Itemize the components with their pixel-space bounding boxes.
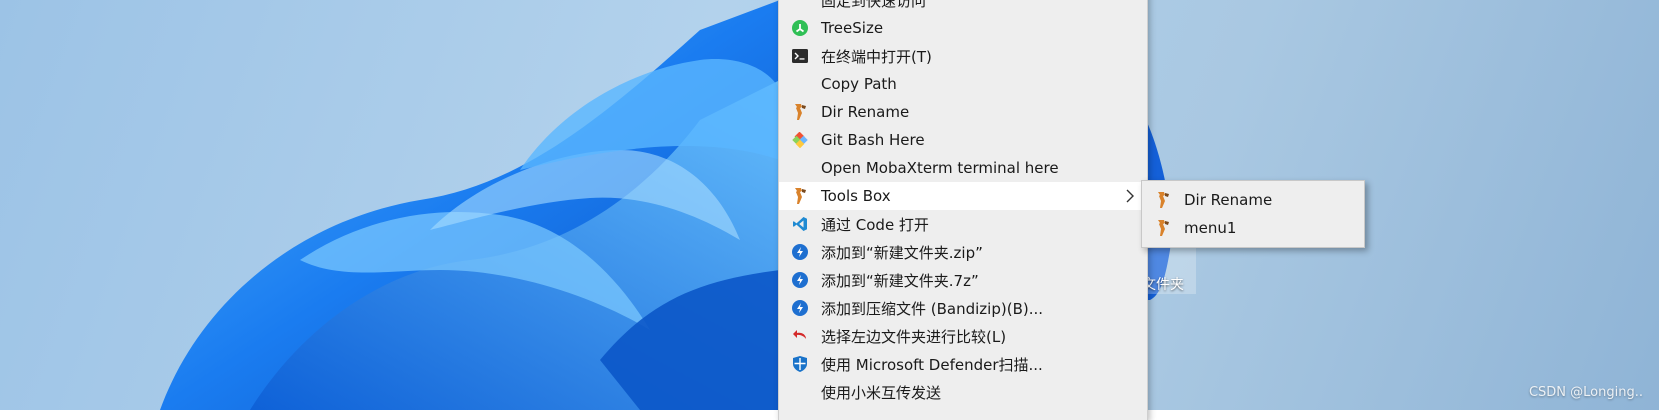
menu-item-label: 使用小米互传发送 [821,383,942,402]
menu-item-copy-path[interactable]: Copy Path [779,70,1147,98]
menu-item-label: 添加到“新建文件夹.7z” [821,271,979,290]
submenu-item-label: Dir Rename [1184,191,1273,209]
menu-item-label: 添加到“新建文件夹.zip” [821,243,983,262]
desktop-folder-label[interactable]: 文件夹 [1142,274,1184,294]
menu-item-mobaxterm[interactable]: Open MobaXterm terminal here [779,154,1147,182]
menu-item-label: Git Bash Here [821,131,925,149]
menu-item-label: Dir Rename [821,103,910,121]
submenu-item-menu1[interactable]: menu1 [1142,214,1364,242]
menu-item-git-bash[interactable]: Git Bash Here [779,126,1147,154]
defender-icon [791,355,809,373]
submenu-item-dir-rename[interactable]: Dir Rename [1142,186,1364,214]
watermark-text: CSDN @Longing.. [1528,385,1643,400]
menu-item-label: TreeSize [821,19,884,37]
menu-item-add-archive[interactable]: 添加到压缩文件 (Bandizip)(B)... [779,294,1147,322]
context-menu: 固定到快速访问 TreeSize 在终端中打开(T) Copy Path Dir… [778,0,1148,420]
menu-item-label: 通过 Code 打开 [821,215,929,234]
menu-item-label: 使用 Microsoft Defender扫描... [821,355,1043,374]
vscode-icon [791,215,809,233]
menu-item-open-with-code[interactable]: 通过 Code 打开 [779,210,1147,238]
submenu-item-label: menu1 [1184,219,1237,237]
bandizip-icon [791,271,809,289]
tool-icon [791,103,809,121]
menu-item-label: 选择左边文件夹进行比较(L) [821,327,1007,346]
bandizip-icon [791,299,809,317]
menu-item-pin-quick-access[interactable]: 固定到快速访问 [779,0,1147,14]
terminal-icon [791,47,809,65]
menu-item-label: Copy Path [821,75,897,93]
bandizip-icon [791,243,809,261]
treesize-icon [791,19,809,37]
menu-item-defender-scan[interactable]: 使用 Microsoft Defender扫描... [779,350,1147,378]
menu-item-label: 添加到压缩文件 (Bandizip)(B)... [821,299,1044,318]
menu-item-tools-box[interactable]: Tools Box [779,182,1147,210]
menu-item-open-terminal[interactable]: 在终端中打开(T) [779,42,1147,70]
git-icon [791,131,809,149]
tool-icon [1154,219,1172,237]
menu-item-add-7z[interactable]: 添加到“新建文件夹.7z” [779,266,1147,294]
tool-icon [791,187,809,205]
menu-item-label: 固定到快速访问 [821,0,927,10]
menu-item-dir-rename[interactable]: Dir Rename [779,98,1147,126]
menu-item-label: 在终端中打开(T) [821,47,932,66]
tools-box-submenu: Dir Rename menu1 [1141,180,1365,248]
menu-item-xiaomi-share[interactable]: 使用小米互传发送 [779,378,1147,406]
menu-item-label: Tools Box [821,187,891,205]
menu-item-add-zip[interactable]: 添加到“新建文件夹.zip” [779,238,1147,266]
menu-item-treesize[interactable]: TreeSize [779,14,1147,42]
chevron-right-icon [1125,188,1135,209]
compare-icon [791,327,809,345]
tool-icon [1154,191,1172,209]
menu-item-label: Open MobaXterm terminal here [821,159,1059,177]
menu-item-compare-left[interactable]: 选择左边文件夹进行比较(L) [779,322,1147,350]
